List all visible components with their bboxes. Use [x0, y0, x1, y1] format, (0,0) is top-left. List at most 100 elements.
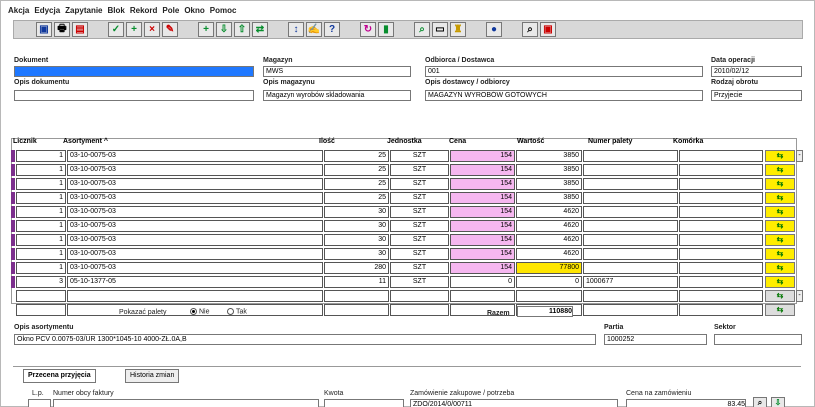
row-action-icon[interactable]: ⇆	[765, 276, 795, 288]
row-action-icon[interactable]: ⇆	[765, 178, 795, 190]
invoice-number-field[interactable]	[53, 399, 319, 407]
table-row[interactable]: 3 05-10-1377-05 11 SZT 0 0 1000677 ⇆	[11, 275, 797, 289]
quantity-cell[interactable]: 25	[324, 150, 389, 162]
menu-rekord[interactable]: Rekord	[130, 6, 158, 15]
assortment-cell[interactable]: 03-10-0075-03	[67, 234, 323, 246]
value-cell[interactable]: 3850	[516, 192, 582, 204]
order-field[interactable]: ZDO/2014/0/00711	[410, 399, 618, 407]
storage-cell[interactable]	[679, 178, 763, 190]
quantity-cell[interactable]: 11	[324, 276, 389, 288]
assortment-cell[interactable]	[67, 290, 323, 302]
import-icon[interactable]: ⇩	[216, 22, 232, 37]
row-action-icon[interactable]: ⇆	[765, 206, 795, 218]
price-cell[interactable]: 154	[450, 178, 515, 190]
table-row[interactable]: 1 03-10-0075-03 25 SZT 154 3850 ⇆	[11, 163, 797, 177]
storage-cell[interactable]	[679, 234, 763, 246]
menu-pole[interactable]: Pole	[162, 6, 179, 15]
add-row-icon[interactable]: +	[198, 22, 214, 37]
sort-icon[interactable]: ↕	[288, 22, 304, 37]
price-cell[interactable]	[450, 290, 515, 302]
row-action-icon[interactable]: ⇆	[765, 150, 795, 162]
quantity-cell[interactable]: 30	[324, 248, 389, 260]
window-icon[interactable]: ▭	[432, 22, 448, 37]
help-icon[interactable]: ?	[324, 22, 340, 37]
pallet-cell[interactable]	[583, 206, 678, 218]
menu-edycja[interactable]: Edycja	[34, 6, 60, 15]
edit-icon[interactable]: ✍	[306, 22, 322, 37]
quantity-cell[interactable]: 25	[324, 164, 389, 176]
price-cell[interactable]: 154	[450, 234, 515, 246]
row-action-icon[interactable]: ⇆	[765, 248, 795, 260]
exit-icon[interactable]: ▮	[378, 22, 394, 37]
unit-cell[interactable]: SZT	[390, 206, 449, 218]
radio-yes[interactable]: Tak	[227, 308, 247, 315]
assortment-cell[interactable]: 03-10-0075-03	[67, 248, 323, 260]
save-as-icon[interactable]: ▣	[540, 22, 556, 37]
value-cell[interactable]: 3850	[516, 164, 582, 176]
unit-cell[interactable]: SZT	[390, 164, 449, 176]
form-icon[interactable]: ▤	[72, 22, 88, 37]
pallet-cell[interactable]	[583, 304, 678, 316]
assortment-cell[interactable]: 03-10-0075-03	[67, 178, 323, 190]
warehouse-description-field[interactable]: Magazyn wyrobów skladowania	[263, 90, 411, 101]
pallet-cell[interactable]	[583, 234, 678, 246]
table-row[interactable]: 1 03-10-0075-03 280 SZT 154 77800 ⇆	[11, 261, 797, 275]
value-cell[interactable]: 0	[516, 276, 582, 288]
radio-no[interactable]: Nie	[190, 308, 210, 315]
assortment-description-field[interactable]: Okno PCV 0.0075-03/UR 1300*1045-10 4000-…	[14, 334, 596, 345]
amount-field[interactable]	[324, 399, 404, 407]
quantity-cell[interactable]: 25	[324, 178, 389, 190]
table-row[interactable]: 1 03-10-0075-03 25 SZT 154 3850 ⇆	[11, 149, 797, 163]
tab-purchase-price[interactable]: Przecena przyjęcia	[23, 369, 96, 383]
add-icon[interactable]: +	[126, 22, 142, 37]
scroll-down-button[interactable]: -	[796, 290, 803, 302]
count-cell[interactable]	[16, 304, 66, 316]
count-cell[interactable]: 1	[16, 262, 66, 274]
quantity-cell[interactable]: 25	[324, 192, 389, 204]
price-cell[interactable]: 154	[450, 206, 515, 218]
row-action-icon[interactable]: ⇆	[765, 304, 795, 316]
assortment-cell[interactable]: 03-10-0075-03	[67, 164, 323, 176]
lookup-icon[interactable]: ⌕	[753, 397, 767, 407]
value-cell[interactable]: 4620	[516, 206, 582, 218]
turnover-type-field[interactable]: Przyjecie	[711, 90, 802, 101]
assortment-column-header[interactable]: Asortyment ^	[63, 138, 108, 148]
empty-table-row[interactable]: ⇆	[11, 289, 797, 303]
assortment-cell[interactable]: 03-10-0075-03	[67, 220, 323, 232]
row-action-icon[interactable]: ⇆	[765, 220, 795, 232]
bell-icon[interactable]: ♜	[450, 22, 466, 37]
unit-cell[interactable]: SZT	[390, 192, 449, 204]
pallet-cell[interactable]	[583, 220, 678, 232]
table-row[interactable]: 1 03-10-0075-03 30 SZT 154 4620 ⇆	[11, 233, 797, 247]
split-icon[interactable]: ⇄	[252, 22, 268, 37]
price-cell[interactable]: 154	[450, 220, 515, 232]
storage-cell[interactable]	[679, 276, 763, 288]
quantity-cell[interactable]: 30	[324, 234, 389, 246]
document-description-field[interactable]	[14, 90, 254, 101]
save-icon[interactable]: ▣	[36, 22, 52, 37]
client-description-field[interactable]: MAGAZYN WYROBÓW GOTOWYCH	[425, 90, 703, 101]
value-cell[interactable]	[516, 290, 582, 302]
value-cell[interactable]: 4620	[516, 248, 582, 260]
batch-field[interactable]: 1000252	[604, 334, 707, 345]
value-cell[interactable]: 4620	[516, 220, 582, 232]
count-cell[interactable]: 1	[16, 220, 66, 232]
price-cell[interactable]: 154	[450, 248, 515, 260]
storage-cell[interactable]	[679, 262, 763, 274]
table-row[interactable]: 1 03-10-0075-03 25 SZT 154 3850 ⇆	[11, 191, 797, 205]
quantity-cell[interactable]: 280	[324, 262, 389, 274]
count-cell[interactable]: 1	[16, 164, 66, 176]
assortment-cell[interactable]: 03-10-0075-03	[67, 150, 323, 162]
storage-cell[interactable]	[679, 164, 763, 176]
storage-cell[interactable]	[679, 220, 763, 232]
value-cell[interactable]: 77800	[516, 262, 582, 274]
tool-icon[interactable]: ✎	[162, 22, 178, 37]
quantity-cell[interactable]	[324, 304, 389, 316]
storage-cell[interactable]	[679, 206, 763, 218]
unit-cell[interactable]	[390, 290, 449, 302]
storage-cell[interactable]	[679, 290, 763, 302]
price-cell[interactable]: 154	[450, 262, 515, 274]
client-field[interactable]: 001	[425, 66, 703, 77]
menu-zapytanie[interactable]: Zapytanie	[65, 6, 102, 15]
confirm-icon[interactable]: ⇩	[771, 397, 785, 407]
